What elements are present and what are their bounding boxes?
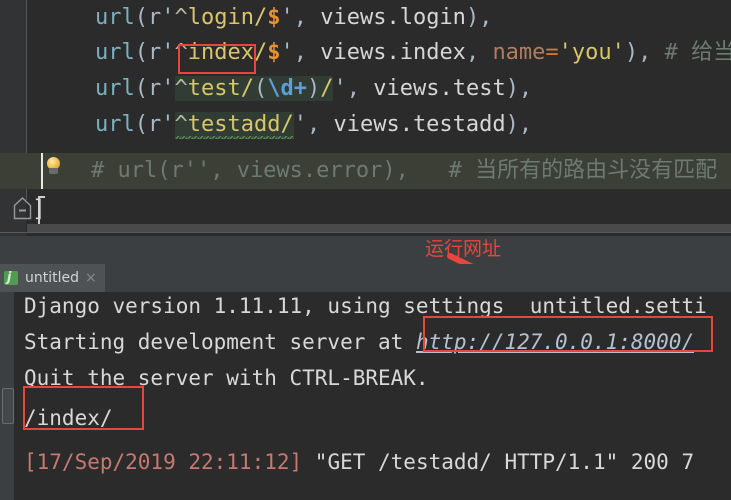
arg-separator-token: , [465, 40, 493, 65]
url-function-token: url [95, 5, 135, 30]
console-line-starting: Starting development server at http://12… [24, 324, 694, 360]
regex-dollar-token: $ [267, 40, 281, 65]
paren-open-token: (r' [134, 112, 175, 137]
string-close-token: ', [293, 112, 334, 137]
request-detail: "GET /testadd/ HTTP/1.1" 200 7 [302, 450, 695, 474]
editor-bottom-bar [27, 224, 731, 232]
kwarg-equals-token: = [545, 40, 559, 65]
line-tail-token: ), [505, 76, 533, 101]
regex-trailing-slash-token: / [320, 76, 334, 101]
route-path-token: test/ [187, 76, 254, 101]
close-icon[interactable]: × [85, 271, 97, 285]
kwarg-name-token: name [492, 40, 546, 65]
console-tab-label: untitled [25, 270, 80, 286]
url-function-token: url [95, 40, 135, 65]
regex-anchor-token: ^ [174, 5, 188, 30]
code-line-commented-error[interactable]: # url(r'', views.error), # 当所有的路由斗没有匹配 [91, 153, 717, 188]
code-area[interactable]: url(r'^login/$', views.login), url(r'^in… [27, 0, 731, 236]
route-path-token: index/ [187, 40, 268, 65]
console-tabbar: j untitled × [0, 264, 731, 292]
console-side-rail [0, 292, 14, 500]
line-tail-token: ), [624, 40, 665, 65]
regex-group-open-token: ( [253, 76, 268, 101]
string-close-token: ', [280, 5, 321, 30]
route-path-token: testadd/ [187, 112, 294, 137]
console-rail-button[interactable] [2, 388, 14, 424]
view-ref-token: views.index [320, 40, 466, 65]
line-tail-token: ), [465, 5, 493, 30]
paren-open-token: (r' [134, 76, 175, 101]
paren-open-token: (r' [134, 40, 175, 65]
regex-anchor-token: ^ [174, 76, 188, 101]
run-console-pane[interactable]: j untitled × Django version 1.11.11, usi… [0, 264, 731, 500]
view-ref-token: views.test [373, 76, 506, 101]
code-fold-icon[interactable] [13, 196, 34, 222]
kwarg-value-token: 'you' [558, 40, 625, 65]
ide-window: url(r'^login/$', views.login), url(r'^in… [0, 0, 731, 500]
string-close-token: ', [280, 40, 321, 65]
string-close-token: ', [333, 76, 374, 101]
regex-anchor-token: ^ [174, 40, 188, 65]
regex-plus-token: + [293, 76, 307, 101]
django-run-icon: j [4, 270, 19, 286]
console-tab-untitled[interactable]: j untitled × [0, 264, 105, 292]
view-ref-token: views.login [320, 5, 466, 30]
regex-dollar-token: $ [267, 5, 281, 30]
regex-anchor-token: ^ [174, 112, 188, 137]
url-function-token: url [95, 76, 135, 101]
console-line-version: Django version 1.11.11, using settings u… [24, 294, 707, 318]
regex-group-close-token: ) [306, 76, 321, 101]
console-line-starting-prefix: Starting development server at [24, 330, 416, 354]
console-line-index: /index/ [24, 406, 113, 430]
annotation-strip [0, 236, 731, 264]
console-output[interactable]: Django version 1.11.11, using settings u… [14, 292, 731, 500]
lightbulb-icon[interactable] [45, 157, 62, 176]
route-path-token: login/ [187, 5, 268, 30]
inline-comment-token: # 给当前 [664, 40, 731, 65]
regex-digit-class-token: \d [267, 76, 294, 101]
console-line-request: [17/Sep/2019 22:11:12] "GET /testadd/ HT… [24, 444, 694, 480]
code-editor-pane[interactable]: url(r'^login/$', views.login), url(r'^in… [0, 0, 731, 236]
request-timestamp: [17/Sep/2019 22:11:12] [24, 450, 303, 474]
annotation-label: 运行网址 [425, 238, 502, 260]
url-function-token: url [95, 112, 135, 137]
editor-caret [41, 153, 43, 189]
console-line-quit: Quit the server with CTRL-BREAK. [24, 366, 429, 390]
closing-bracket-token: ] [32, 196, 46, 222]
code-line-testadd[interactable]: url(r'^testadd/', views.testadd), [95, 107, 532, 142]
code-line-index[interactable]: url(r'^index/$', views.index, name='you'… [95, 35, 731, 70]
code-line-test[interactable]: url(r'^test/(\d+)/', views.test), [95, 71, 532, 106]
view-ref-token: views.testadd [333, 112, 506, 137]
paren-open-token: (r' [134, 5, 175, 30]
code-line-login[interactable]: url(r'^login/$', views.login), [95, 0, 492, 35]
server-url-link[interactable]: http://127.0.0.1:8000/ [416, 330, 694, 354]
line-tail-token: ), [505, 112, 533, 137]
editor-hairline [0, 232, 731, 233]
